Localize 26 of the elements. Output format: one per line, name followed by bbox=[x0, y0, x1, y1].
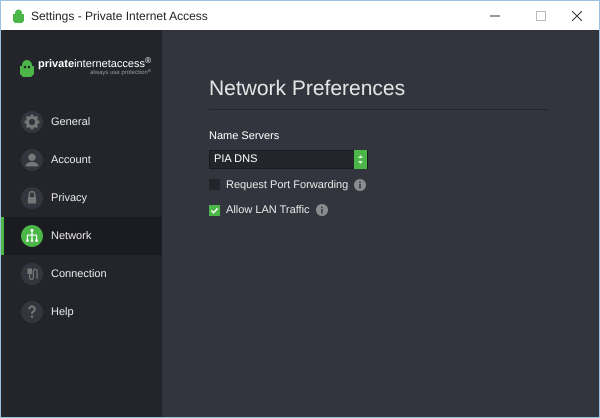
checkbox-label: Request Port Forwarding bbox=[226, 178, 348, 192]
sidebar-item[interactable]: Connection bbox=[1, 255, 162, 293]
page-heading: Network Preferences bbox=[209, 78, 549, 110]
robot-logo-icon bbox=[19, 58, 35, 76]
question-mark-icon bbox=[21, 301, 43, 323]
sidebar-item[interactable]: Network bbox=[1, 217, 162, 255]
person-icon bbox=[21, 149, 43, 171]
brand-logo-text: privateinternetaccess$^{®}$ bbox=[38, 59, 152, 70]
spinner-arrows-icon bbox=[354, 150, 367, 168]
network-icon bbox=[21, 225, 43, 247]
sidebar-item[interactable]: General bbox=[1, 103, 162, 141]
sidebar-item[interactable]: Privacy bbox=[1, 179, 162, 217]
lock-icon bbox=[21, 187, 43, 209]
gear-icon bbox=[21, 111, 43, 133]
dropdown[interactable]: PIA DNS bbox=[209, 150, 368, 168]
app-logo-icon bbox=[12, 8, 25, 23]
field-label: Name Servers bbox=[209, 129, 280, 144]
sidebar-item[interactable]: Account bbox=[1, 141, 162, 179]
checkbox[interactable] bbox=[209, 204, 220, 216]
plug-icon bbox=[21, 263, 43, 285]
checkbox-label: Allow LAN Traffic bbox=[226, 203, 310, 218]
info-icon[interactable] bbox=[316, 204, 328, 216]
window-title: Settings - Private Internet Access bbox=[31, 8, 208, 24]
sidebar-item[interactable]: Help bbox=[1, 293, 162, 331]
close-icon[interactable] bbox=[572, 10, 582, 20]
info-icon[interactable] bbox=[354, 178, 366, 191]
